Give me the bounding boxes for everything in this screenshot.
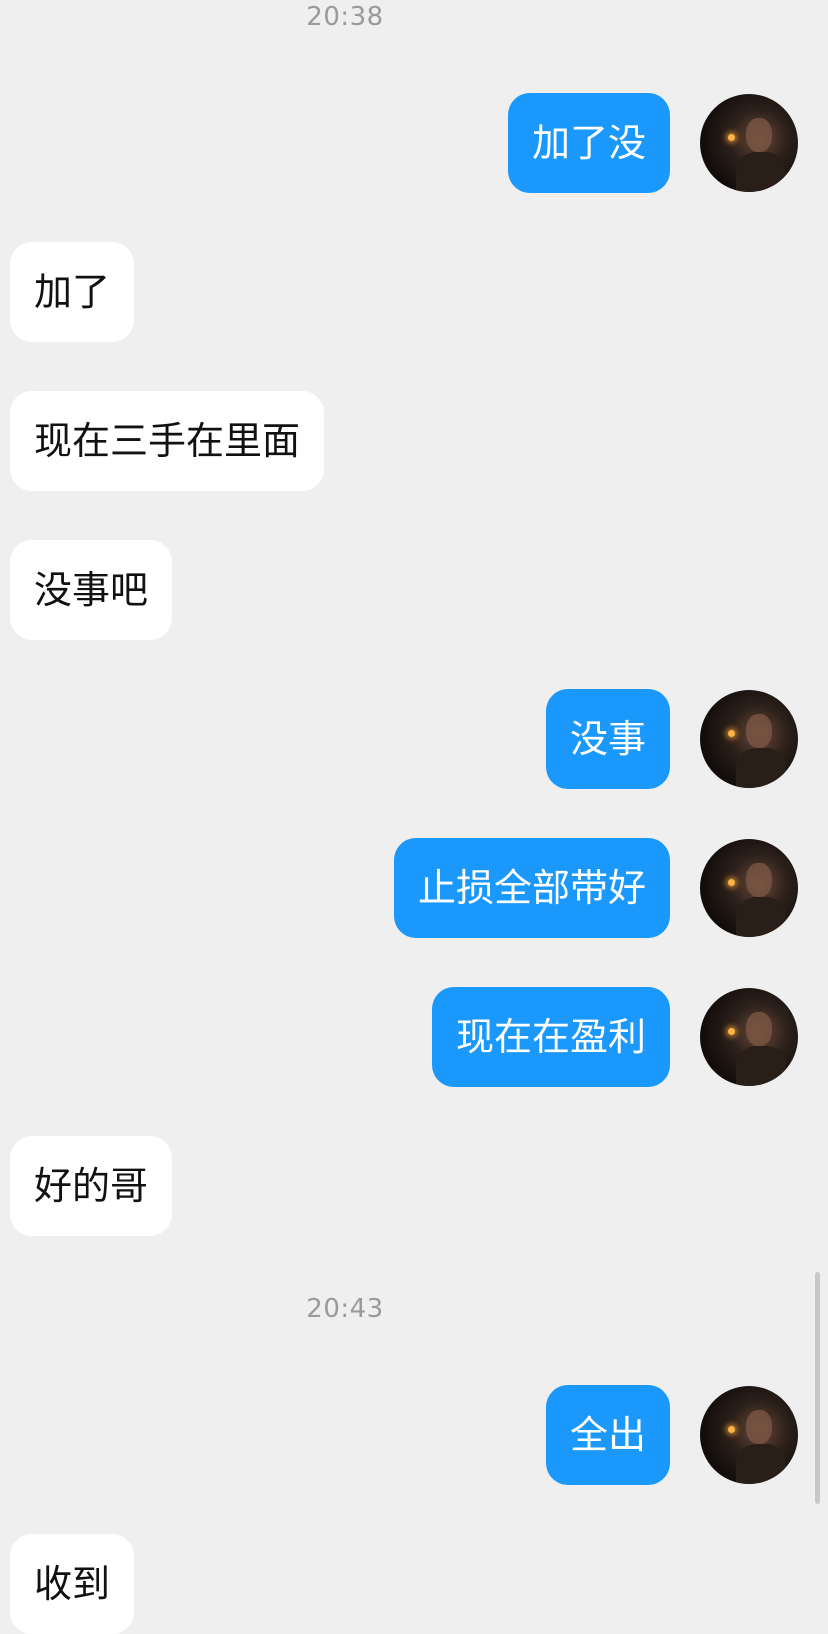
outgoing-message-bubble[interactable]: 没事 bbox=[545, 689, 670, 789]
message-row-incoming: 没事吧 bbox=[0, 540, 828, 640]
message-timestamp: 20:43 bbox=[306, 1294, 384, 1324]
user-avatar-icon[interactable] bbox=[700, 1386, 798, 1484]
chat-thread[interactable]: 20:38 加了没 加了 现在三手在里面 没事吧 没事 止损全部带好 现在在盈利… bbox=[0, 0, 828, 1634]
incoming-message-bubble[interactable]: 收到 bbox=[10, 1534, 135, 1634]
message-row-incoming: 好的哥 bbox=[0, 1136, 828, 1236]
user-avatar-icon[interactable] bbox=[700, 690, 798, 788]
outgoing-message-bubble[interactable]: 全出 bbox=[545, 1385, 670, 1485]
outgoing-message-bubble[interactable]: 止损全部带好 bbox=[393, 838, 670, 938]
outgoing-message-bubble[interactable]: 加了没 bbox=[507, 93, 670, 193]
incoming-message-bubble[interactable]: 现在三手在里面 bbox=[10, 391, 325, 491]
message-row-outgoing: 现在在盈利 bbox=[0, 987, 828, 1087]
message-row-outgoing: 加了没 bbox=[0, 93, 828, 193]
incoming-message-bubble[interactable]: 好的哥 bbox=[10, 1136, 173, 1236]
incoming-message-bubble[interactable]: 没事吧 bbox=[10, 540, 173, 640]
message-row-outgoing: 全出 bbox=[0, 1385, 828, 1485]
message-row-outgoing: 没事 bbox=[0, 689, 828, 789]
outgoing-message-bubble[interactable]: 现在在盈利 bbox=[431, 987, 670, 1087]
message-row-outgoing: 止损全部带好 bbox=[0, 838, 828, 938]
message-timestamp: 20:38 bbox=[306, 2, 384, 32]
incoming-message-bubble[interactable]: 加了 bbox=[10, 242, 135, 342]
message-row-incoming: 加了 bbox=[0, 242, 828, 342]
user-avatar-icon[interactable] bbox=[700, 988, 798, 1086]
scrollbar[interactable] bbox=[815, 1272, 820, 1504]
user-avatar-icon[interactable] bbox=[700, 94, 798, 192]
user-avatar-icon[interactable] bbox=[700, 839, 798, 937]
message-row-incoming: 现在三手在里面 bbox=[0, 391, 828, 491]
message-row-incoming: 收到 bbox=[0, 1534, 828, 1634]
